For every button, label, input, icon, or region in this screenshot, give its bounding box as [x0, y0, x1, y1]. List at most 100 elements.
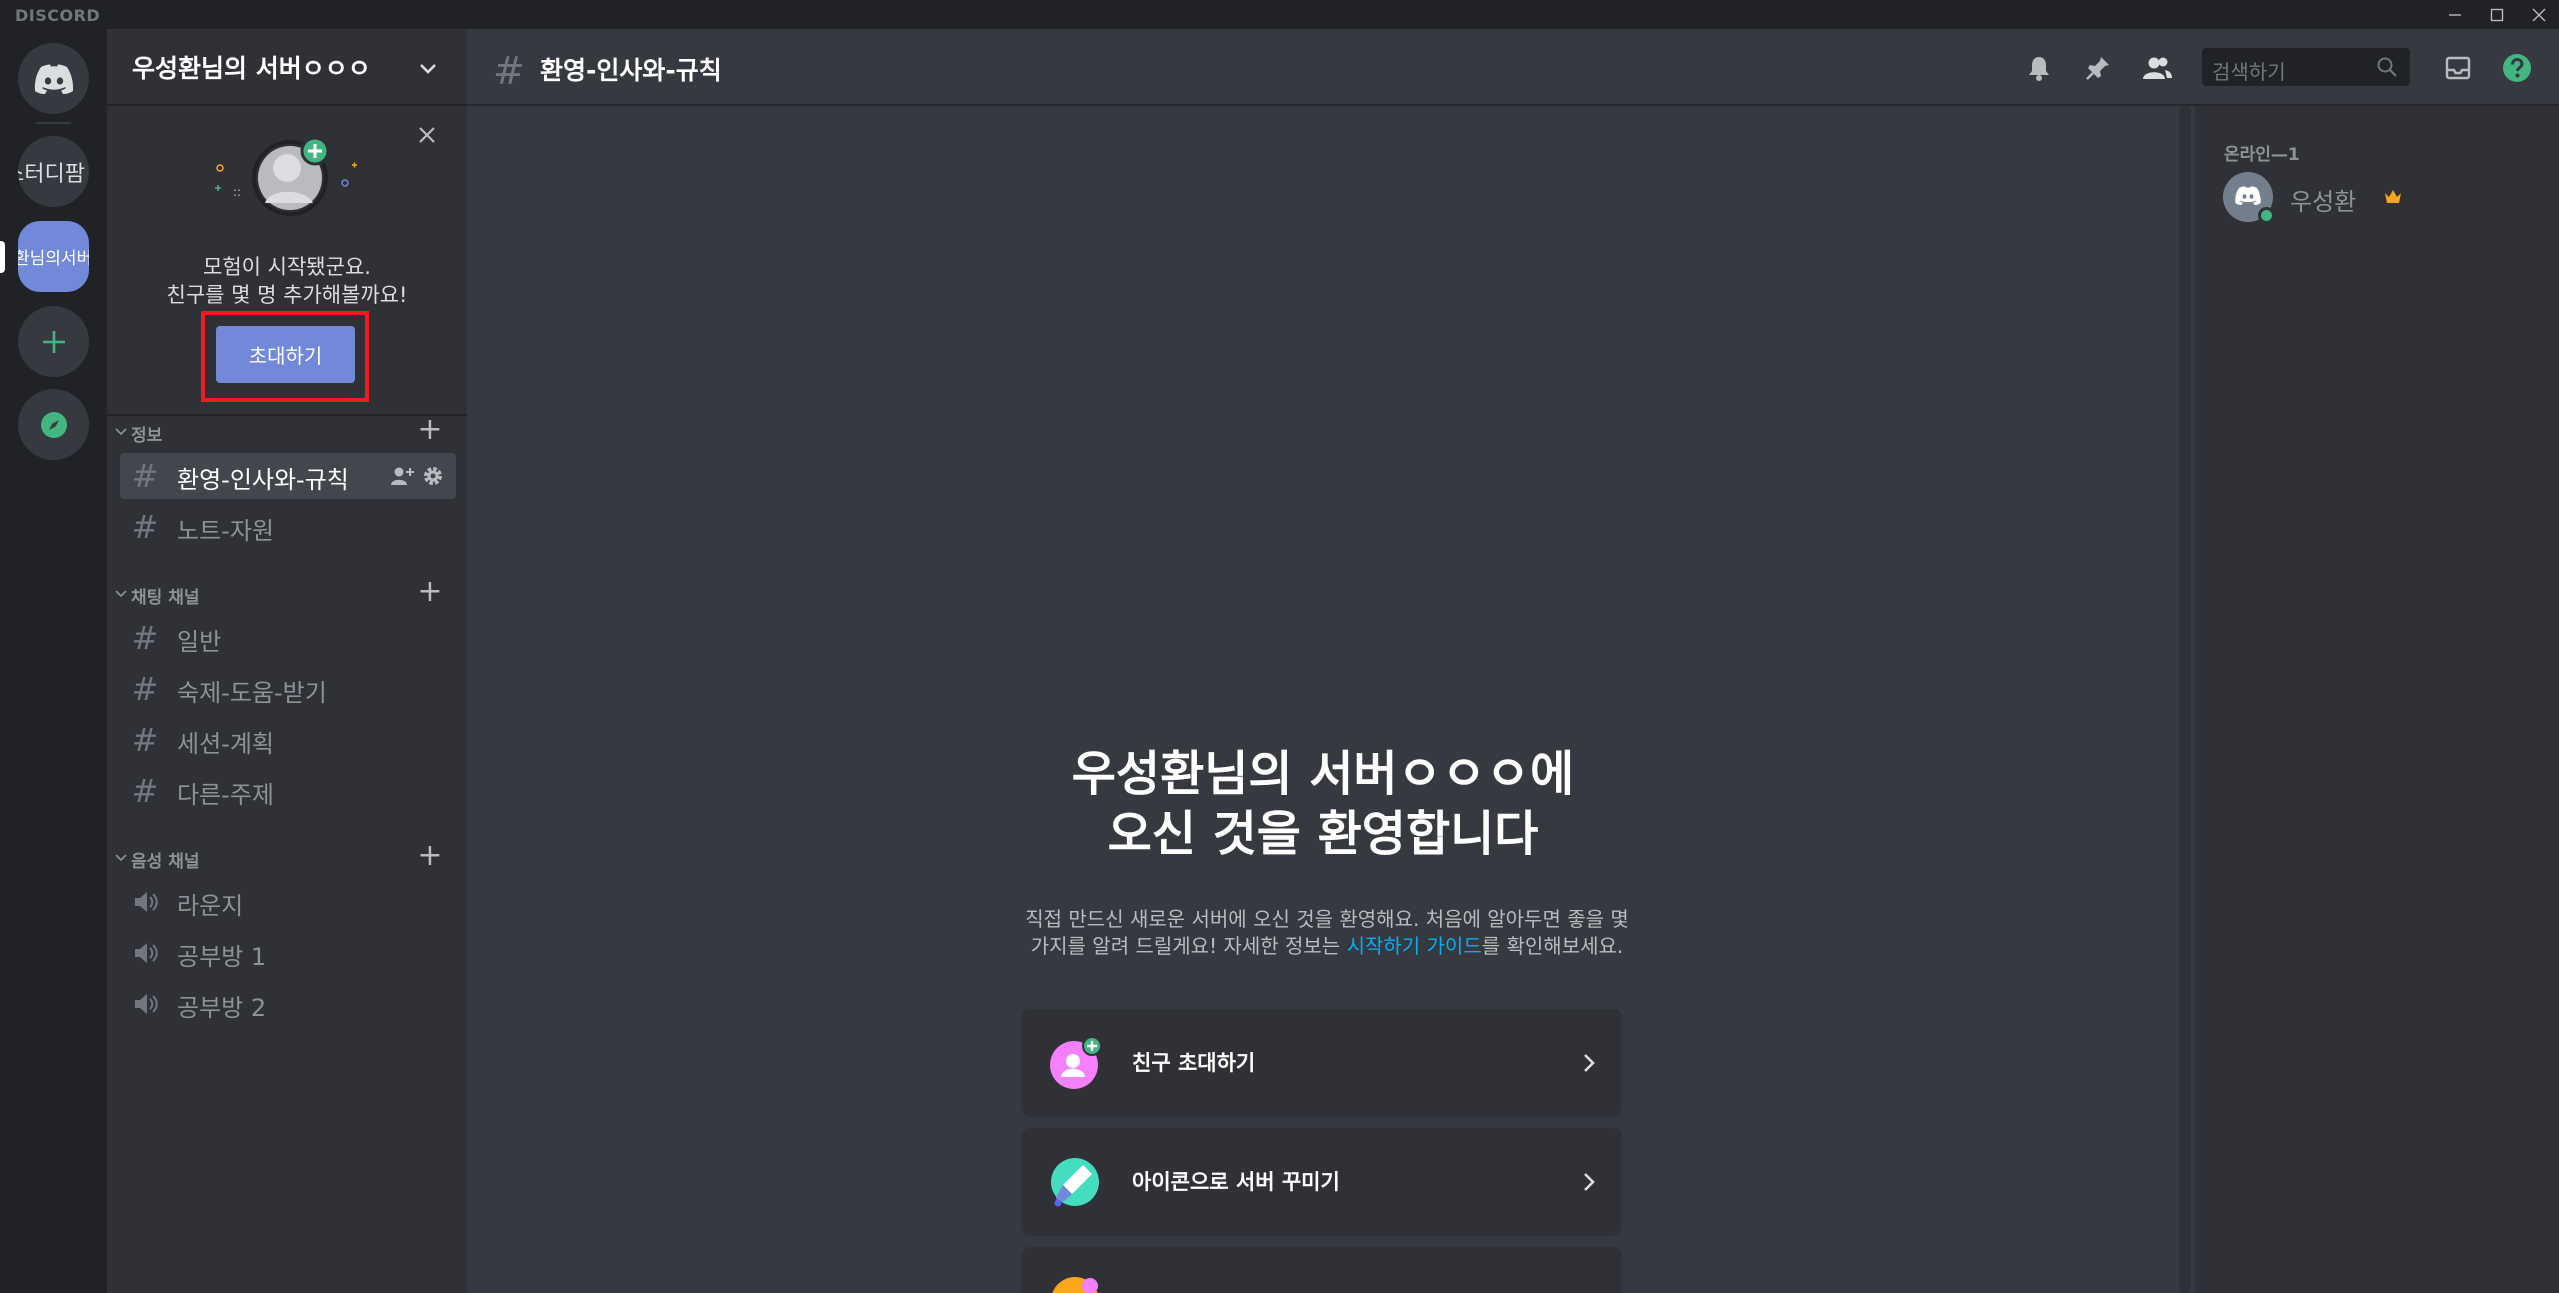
channel-welcome-rules[interactable]: # 환영-인사와-규칙: [120, 453, 456, 499]
invite-friends-card[interactable]: 친구 초대하기: [1022, 1009, 1622, 1117]
invite-message: 모험이 시작됐군요. 친구를 몇 명 추가해볼까요!: [107, 253, 467, 309]
channel-notes-resources[interactable]: # 노트-자원: [120, 504, 456, 550]
invite-friends-icon: [1050, 1036, 1102, 1089]
hashtag-icon: #: [493, 49, 525, 93]
voice-channel-study-room-1[interactable]: 공부방 1: [120, 930, 456, 976]
search-placeholder: 검색하기: [2212, 60, 2286, 84]
home-button[interactable]: [18, 43, 89, 114]
category-label: 정보: [131, 426, 163, 446]
guild-header[interactable]: 우성환님의 서버ㅇㅇㅇ: [107, 29, 467, 106]
add-channel-icon[interactable]: +: [417, 577, 443, 607]
invite-line-2: 친구를 몇 명 추가해볼까요!: [166, 283, 408, 307]
category-info[interactable]: 정보 +: [107, 415, 467, 447]
search-icon: [2377, 57, 2397, 77]
chevron-down-icon: [115, 854, 127, 862]
channel-title: 환영-인사와-규칙: [540, 56, 722, 85]
channel-tools: [390, 463, 450, 489]
pin-icon[interactable]: [2081, 51, 2115, 85]
channel-name: 숙제-도움-받기: [177, 679, 327, 707]
help-icon[interactable]: [2500, 51, 2534, 85]
title-bar: DISCORD: [0, 0, 2559, 29]
rail-separator: [36, 122, 71, 124]
welcome-title: 우성환님의 서버ㅇㅇㅇ에 오신 것을 환영합니다: [467, 744, 2179, 864]
invite-button[interactable]: 초대하기: [216, 326, 355, 383]
search-input[interactable]: 검색하기: [2202, 48, 2410, 86]
channel-general[interactable]: # 일반: [120, 615, 456, 661]
getting-started-guide-link[interactable]: 시작하기 가이드: [1347, 934, 1482, 958]
chat-scrollbar[interactable]: [2179, 106, 2191, 1293]
close-icon[interactable]: [410, 118, 444, 152]
speaker-icon: [135, 943, 158, 963]
chevron-down-icon: [420, 64, 436, 74]
next-action-icon: [1052, 1277, 1098, 1293]
online-status-icon: [2258, 207, 2275, 224]
welcome-title-line-2: 오신 것을 환영합니다: [1107, 806, 1539, 862]
add-server-button[interactable]: [18, 306, 89, 377]
channel-session-planning[interactable]: # 세션-계획: [120, 717, 456, 763]
member-list-icon[interactable]: [2140, 51, 2174, 85]
inbox-icon[interactable]: [2441, 51, 2475, 85]
chevron-down-icon: [115, 428, 127, 436]
close-window-icon[interactable]: [2519, 0, 2559, 29]
svg-text:::: ::: [233, 185, 241, 199]
app-brand: DISCORD: [15, 6, 101, 25]
speaker-icon: [135, 994, 158, 1014]
chevron-right-icon: [1584, 1173, 1595, 1191]
welcome-description: 직접 만드신 새로운 서버에 오신 것을 환영해요. 처음에 알아두면 좋을 몇…: [1017, 906, 1637, 960]
channel-other-topics[interactable]: # 다른-주제: [120, 768, 456, 814]
compass-icon: [40, 411, 67, 438]
member-name: 우성환: [2290, 188, 2357, 216]
hashtag-icon: #: [131, 619, 159, 657]
server-active[interactable]: 환님의서버ㅇ: [18, 221, 89, 292]
member-list: 온라인—1 우성환: [2195, 106, 2559, 1293]
minimize-icon[interactable]: [2435, 0, 2475, 29]
channel-homework-help[interactable]: # 숙제-도움-받기: [120, 666, 456, 712]
maximize-icon[interactable]: [2477, 0, 2517, 29]
channel-sidebar: 우성환님의 서버ㅇㅇㅇ :: 모험이 시작됐군요. 친구를 몇 명 추가해볼까요…: [107, 29, 467, 1293]
gear-icon[interactable]: [422, 465, 444, 487]
voice-channel-lounge[interactable]: 라운지: [120, 879, 456, 925]
channel-name: 공부방 2: [177, 994, 267, 1022]
add-channel-icon[interactable]: +: [417, 415, 443, 445]
channel-name: 라운지: [177, 892, 244, 920]
guild-name: 우성환님의 서버ㅇㅇㅇ: [132, 54, 371, 83]
discord-logo-icon: [34, 63, 73, 94]
active-server-indicator: [0, 241, 5, 273]
member-item[interactable]: 우성환: [2223, 172, 2523, 224]
channel-name: 환영-인사와-규칙: [177, 466, 349, 494]
main-content: # 환영-인사와-규칙 검색하기 우성환님의 서버ㅇㅇㅇ에 오신 것을 환영합니…: [467, 29, 2559, 1293]
channel-name: 노트-자원: [177, 517, 274, 545]
voice-channel-study-room-2[interactable]: 공부방 2: [120, 981, 456, 1027]
action-label: 친구 초대하기: [1132, 1051, 1256, 1075]
channel-name: 공부방 1: [177, 943, 267, 971]
create-invite-icon[interactable]: [390, 465, 414, 487]
welcome-desc-part-2: 를 확인해보세요.: [1481, 934, 1624, 958]
server-study[interactable]: 스터디팜: [18, 136, 89, 207]
invite-button-highlight: 초대하기: [201, 311, 369, 402]
hashtag-icon: #: [131, 457, 159, 495]
invite-line-1: 모험이 시작됐군요.: [203, 255, 371, 279]
bell-icon[interactable]: [2022, 51, 2056, 85]
category-label: 음성 채널: [131, 852, 200, 872]
next-action-card[interactable]: [1022, 1247, 1622, 1293]
action-label: 아이콘으로 서버 꾸미기: [1132, 1170, 1340, 1194]
server-study-label: 스터디팜: [18, 161, 85, 187]
paintbrush-icon: [1051, 1158, 1099, 1207]
explore-servers-button[interactable]: [18, 389, 89, 460]
category-label: 채팅 채널: [131, 588, 200, 608]
channel-header: # 환영-인사와-규칙 검색하기: [467, 29, 2559, 106]
hashtag-icon: #: [131, 721, 159, 759]
category-text-channels[interactable]: 채팅 채널 +: [107, 577, 467, 609]
category-voice-channels[interactable]: 음성 채널 +: [107, 841, 467, 873]
server-rail: 스터디팜 환님의서버ㅇ: [0, 29, 107, 1293]
channel-name: 다른-주제: [177, 781, 274, 809]
chevron-right-icon: [1584, 1054, 1595, 1072]
add-channel-icon[interactable]: +: [417, 841, 443, 871]
plus-icon: [42, 330, 65, 353]
discord-app: DISCORD 스터디팜 환님의서버ㅇ: [0, 0, 2559, 1293]
channel-name: 일반: [177, 628, 222, 656]
server-active-label: 환님의서버ㅇ: [18, 249, 89, 269]
online-category: 온라인—1: [2224, 145, 2300, 165]
hashtag-icon: #: [131, 772, 159, 810]
personalize-server-card[interactable]: 아이콘으로 서버 꾸미기: [1022, 1128, 1622, 1236]
